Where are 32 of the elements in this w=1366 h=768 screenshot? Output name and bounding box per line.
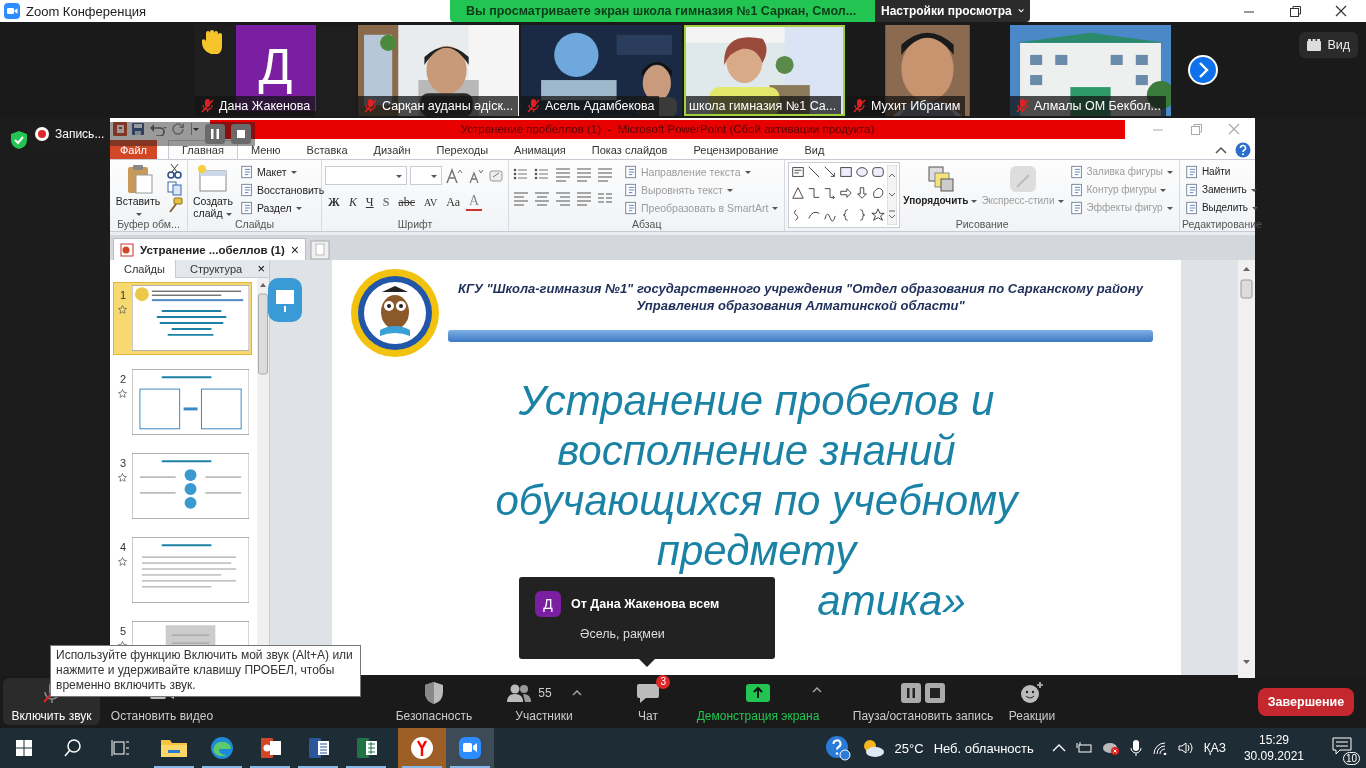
slide-number: 1 — [119, 289, 126, 301]
notification-count: 10 — [1342, 752, 1360, 765]
title-text: восполнение знаний — [557, 426, 956, 476]
slide-number: 4 — [119, 541, 126, 553]
participant-name: Мухит Ибрагим — [871, 98, 961, 113]
slide-number: 3 — [119, 457, 126, 469]
slide-number: 5 — [119, 625, 126, 637]
slide-number: 2 — [119, 373, 126, 385]
participant-name: Алмалы ОМ Бекбол... — [1034, 98, 1161, 113]
participant-count: 55 — [538, 685, 552, 700]
group-label: Буфер обм... — [117, 218, 180, 230]
group-label: Шрифт — [397, 218, 433, 230]
participant-name: Сарқан ауданы әдіск... — [382, 98, 514, 113]
participant-name: школа гимназия №1 Са... — [689, 98, 837, 113]
header-text: Управления образования Алматинской области" — [636, 297, 965, 314]
participant-name: Асель Адамбекова — [545, 98, 655, 113]
sender-avatar: Д — [535, 591, 561, 617]
group-label: Слайды — [234, 218, 275, 230]
recording-label: Запись... — [55, 127, 105, 141]
chat-message: Әсель, рақмеи — [579, 627, 666, 641]
title-text: обучающихся по учебному — [495, 476, 1018, 526]
window-title: Zoom Конференция — [26, 3, 147, 19]
title-text: Устранение пробелов и — [518, 376, 995, 426]
group-label: Рисование — [955, 218, 1009, 230]
title-text: предмету — [656, 526, 857, 576]
title-text: атика» — [817, 576, 966, 626]
group-label: Абзац — [631, 218, 662, 230]
header-text: КГУ "Школа-гимназия №1" государственного учреждения "Отдел образования по Сарканскому району — [458, 280, 1143, 297]
share-banner: Вы просматриваете экран школа гимназия №1 Саркан, Смол... — [450, 0, 875, 22]
document-tab-label: Устранение ...обеллов (1) — [140, 243, 285, 256]
window-title: Устранение пробеллов (1) - Microsoft PowerPoint (Сбой активации продукта) — [210, 119, 1125, 139]
sender-line: От Дана Жакенова всем — [571, 597, 720, 611]
